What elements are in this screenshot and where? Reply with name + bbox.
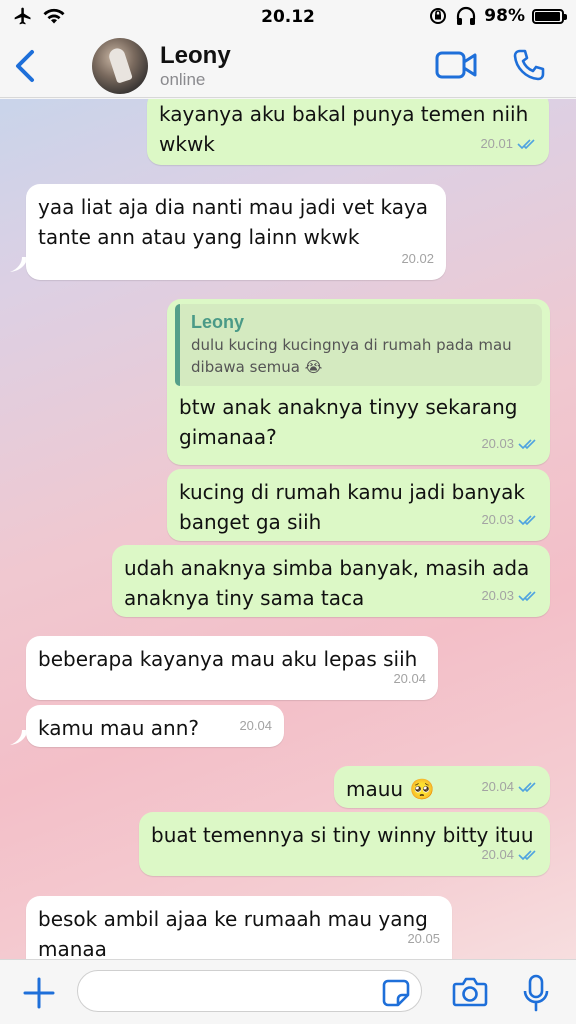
message-meta: 20.04 — [481, 840, 538, 870]
message-text: buat temennya si tiny winny bitty ituu — [151, 823, 534, 847]
message-bubble-outgoing[interactable]: udah anaknya simba banyak, masih ada anak… — [112, 545, 550, 617]
message-bubble-incoming[interactable]: besok ambil ajaa ke rumaah mau yang manaa… — [26, 896, 452, 959]
message-meta: 20.03 — [481, 581, 538, 611]
message-input[interactable] — [77, 970, 422, 1012]
chat-header: Leony online — [0, 34, 576, 98]
battery-icon — [532, 8, 567, 24]
message-meta: 20.04 — [393, 664, 426, 694]
headphones-icon — [457, 6, 476, 25]
message-text: beberapa kayanya mau aku lepas siih — [38, 647, 418, 671]
message-meta: 20.05 — [407, 924, 440, 954]
message-bubble-outgoing[interactable]: mauu 🥺 20.04 — [334, 766, 550, 808]
chat-area[interactable]: kayanya aku bakal punya temen niih wkwk 2… — [0, 99, 576, 959]
read-ticks-icon — [518, 850, 536, 861]
back-button[interactable] — [10, 48, 40, 84]
message-bubble-outgoing[interactable]: buat temennya si tiny winny bitty ituu 2… — [139, 812, 550, 876]
message-time: 20.04 — [481, 779, 514, 794]
message-meta: 20.03 — [481, 505, 538, 535]
orientation-lock-icon — [430, 8, 447, 24]
message-time: 20.01 — [480, 136, 513, 151]
message-bubble-incoming[interactable]: yaa liat aja dia nanti mau jadi vet kaya… — [26, 184, 446, 280]
message-time: 20.04 — [239, 718, 272, 733]
message-text: udah anaknya simba banyak, masih ada anak… — [124, 556, 530, 610]
avatar[interactable] — [92, 38, 148, 94]
message-time: 20.05 — [407, 931, 440, 946]
read-ticks-icon — [518, 782, 536, 793]
message-meta: 20.01 — [480, 129, 537, 159]
input-bar — [0, 959, 576, 1024]
message-time: 20.03 — [481, 588, 514, 603]
message-meta: 20.04 — [239, 711, 272, 741]
message-time: 20.03 — [481, 512, 514, 527]
message-time: 20.02 — [401, 251, 434, 266]
message-bubble-outgoing[interactable]: kucing di rumah kamu jadi banyak banget g… — [167, 469, 550, 541]
attach-plus-button[interactable] — [22, 976, 56, 1010]
sticker-button[interactable] — [382, 979, 410, 1007]
contact-status: online — [160, 70, 206, 89]
contact-name[interactable]: Leony — [160, 42, 231, 70]
message-text: yaa liat aja dia nanti mau jadi vet kaya… — [38, 195, 429, 249]
message-text: besok ambil ajaa ke rumaah mau yang manaa — [38, 907, 428, 959]
message-time: 20.04 — [481, 847, 514, 862]
read-ticks-icon — [518, 439, 536, 450]
message-time: 20.03 — [481, 436, 514, 451]
message-text: kamu mau ann? — [38, 716, 199, 740]
microphone-button[interactable] — [522, 974, 550, 1012]
message-meta: 20.02 — [401, 244, 434, 274]
quoted-sender: Leony — [191, 312, 245, 332]
quoted-text: dulu kucing kucingnya di rumah pada mau d… — [191, 336, 512, 376]
message-meta: 20.04 — [481, 772, 538, 802]
read-ticks-icon — [517, 139, 535, 150]
camera-button[interactable] — [452, 976, 488, 1008]
message-bubble-outgoing[interactable]: kayanya aku bakal punya temen niih wkwk 2… — [147, 99, 549, 165]
message-meta: 20.03 — [481, 429, 538, 459]
read-ticks-icon — [518, 515, 536, 526]
quoted-message[interactable]: Leony dulu kucing kucingnya di rumah pad… — [175, 304, 542, 386]
video-call-button[interactable] — [435, 50, 477, 80]
status-bar: 20.12 98% — [0, 0, 576, 34]
voice-call-button[interactable] — [512, 48, 546, 82]
message-bubble-outgoing[interactable]: Leony dulu kucing kucingnya di rumah pad… — [167, 299, 550, 465]
read-ticks-icon — [518, 591, 536, 602]
battery-percentage: 98% — [484, 6, 525, 26]
message-bubble-incoming[interactable]: kamu mau ann? 20.04 — [26, 705, 284, 747]
message-time: 20.04 — [393, 671, 426, 686]
status-right: 98% — [428, 6, 567, 26]
message-bubble-incoming[interactable]: beberapa kayanya mau aku lepas siih 20.0… — [26, 636, 438, 700]
